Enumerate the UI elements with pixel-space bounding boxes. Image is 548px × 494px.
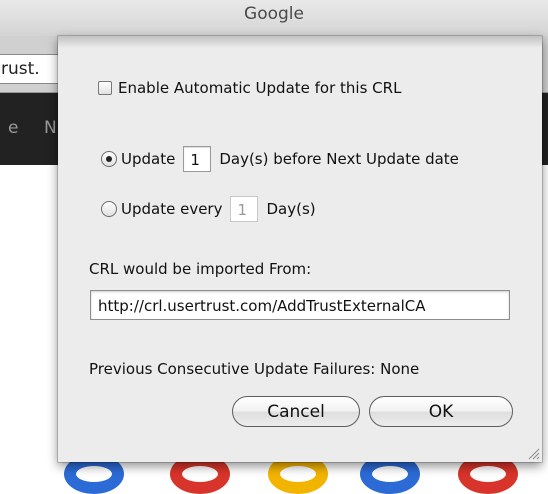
days-before-suffix: Day(s) before Next Update date <box>219 150 459 168</box>
auto-update-label[interactable]: Enable Automatic Update for this CRL <box>118 79 401 97</box>
resize-grip-icon[interactable] <box>526 446 540 460</box>
days-every-suffix: Day(s) <box>266 200 316 218</box>
update-before-radio[interactable] <box>101 151 117 167</box>
import-label: CRL would be imported From: <box>89 260 312 278</box>
update-before-row[interactable]: Update 1 Day(s) before Next Update date <box>101 146 459 172</box>
sheet-shadow <box>58 36 542 48</box>
nav-item-fragment[interactable]: N <box>44 118 57 138</box>
cancel-button[interactable]: Cancel <box>232 396 360 427</box>
nav-item-fragment[interactable]: e <box>8 118 18 138</box>
update-before-label[interactable]: Update <box>121 150 175 168</box>
update-every-row[interactable]: Update every 1 Day(s) <box>101 196 316 222</box>
ok-button[interactable]: OK <box>369 396 513 427</box>
days-every-input[interactable]: 1 <box>230 196 259 222</box>
update-every-radio[interactable] <box>101 201 117 217</box>
window-title: Google <box>244 4 304 24</box>
browser-titlebar: Google <box>0 0 548 37</box>
update-every-label[interactable]: Update every <box>121 200 222 218</box>
import-url-field[interactable]: http://crl.usertrust.com/AddTrustExterna… <box>90 290 510 320</box>
auto-update-checkbox[interactable] <box>98 81 112 95</box>
radio-selected-dot <box>106 156 112 162</box>
failures-status: Previous Consecutive Update Failures: No… <box>89 360 420 378</box>
crl-update-dialog: Enable Automatic Update for this CRL Upd… <box>58 36 542 462</box>
days-before-input[interactable]: 1 <box>183 146 212 172</box>
auto-update-row[interactable]: Enable Automatic Update for this CRL <box>98 79 401 97</box>
